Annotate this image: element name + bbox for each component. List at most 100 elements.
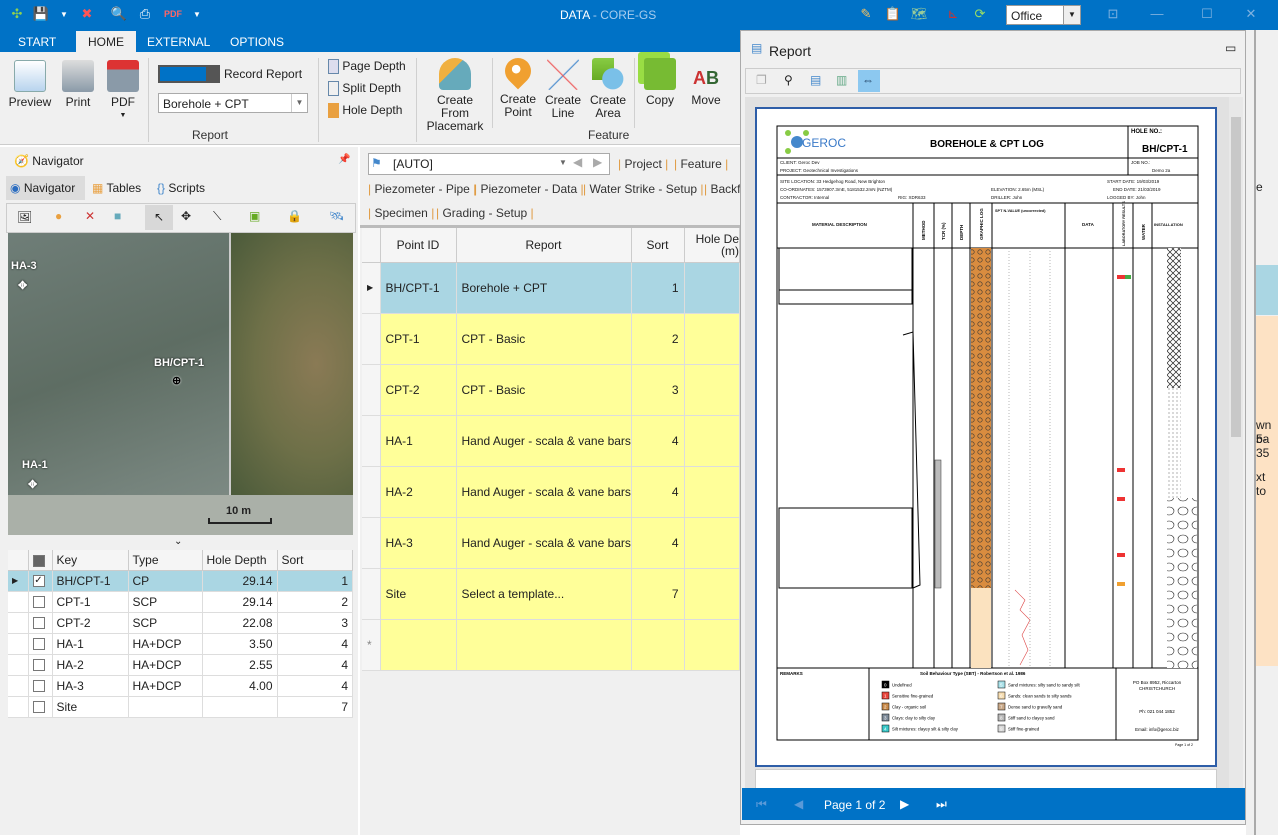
close-icon[interactable]: ✕: [1242, 6, 1260, 22]
table-row[interactable]: HA-2 HA+DCP 2.55 4: [8, 654, 353, 676]
selected-point-marker-icon[interactable]: ⊕: [172, 374, 181, 387]
report-template-select[interactable]: Borehole + CPT ▼: [158, 93, 308, 113]
tab-start[interactable]: START: [6, 31, 68, 52]
table-row[interactable]: HA-3 HA+DCP 4.00 4: [8, 675, 353, 697]
map-view[interactable]: HA-3 ✥ BH/CPT-1 ⊕ HA-1 ✥ 10 m: [8, 233, 353, 535]
print-icon[interactable]: ⎙: [136, 6, 154, 22]
cell-report[interactable]: Hand Auger - scala & vane bars: [456, 415, 632, 467]
cell-sort[interactable]: 4: [631, 415, 685, 467]
chevron-down-icon[interactable]: ▼: [291, 94, 307, 112]
import-image-icon[interactable]: 🖼: [17, 210, 32, 224]
cell-report[interactable]: CPT - Basic: [456, 364, 632, 416]
quick-access-dropdown-icon[interactable]: ▼: [188, 10, 206, 26]
cell-sort[interactable]: 2: [631, 313, 685, 365]
tab-external[interactable]: EXTERNAL: [135, 31, 222, 52]
tab-options[interactable]: OPTIONS: [218, 31, 296, 52]
print-button[interactable]: Print: [60, 60, 96, 109]
cell-point-id[interactable]: HA-2: [380, 466, 457, 518]
page-width-icon[interactable]: ▥: [836, 73, 847, 87]
tab-scripts[interactable]: {} Scripts: [157, 181, 205, 195]
cell-point-id[interactable]: HA-1: [380, 415, 457, 467]
cell-sort[interactable]: 4: [631, 466, 685, 518]
cell-point-id[interactable]: Site: [380, 568, 457, 620]
row-checkbox[interactable]: [28, 675, 53, 697]
chevron-down-icon[interactable]: ▼: [1063, 6, 1080, 24]
tab-home[interactable]: HOME: [76, 31, 136, 52]
cell-report[interactable]: CPT - Basic: [456, 313, 632, 365]
satellite-icon[interactable]: 🛰: [329, 209, 344, 223]
area-tool-icon[interactable]: ■: [114, 209, 121, 223]
link-piezometer-pipe[interactable]: | Piezometer - Pipe |: [368, 182, 476, 196]
cell-sort[interactable]: 7: [631, 568, 685, 620]
fit-width-icon[interactable]: ⇔: [858, 70, 880, 92]
cell-report[interactable]: Select a template...: [456, 568, 632, 620]
column-header-hole-depth[interactable]: Hole De (m): [684, 228, 740, 263]
column-header-hole-depth[interactable]: Hole Depth: [202, 550, 278, 571]
create-area-button[interactable]: Create Area: [588, 58, 628, 120]
hole-depth-button[interactable]: Hole Depth: [328, 103, 402, 119]
next-page-icon[interactable]: ▶: [900, 797, 909, 811]
save-icon[interactable]: 💾: [32, 6, 50, 22]
map-pin-icon[interactable]: ●: [55, 209, 62, 223]
previous-page-icon[interactable]: ◀: [794, 797, 803, 811]
table-row[interactable]: Site Select a template... 7: [362, 568, 740, 620]
theme-select[interactable]: Office ▼: [1006, 5, 1081, 25]
cell-hole-depth[interactable]: [684, 313, 740, 365]
select-cursor-icon[interactable]: ↖: [145, 205, 173, 230]
cell-sort[interactable]: 3: [631, 364, 685, 416]
cell-sort[interactable]: 1: [631, 262, 685, 314]
axis-icon[interactable]: ⊾: [944, 6, 962, 22]
column-header-key[interactable]: Key: [52, 550, 129, 571]
split-depth-button[interactable]: Split Depth: [328, 81, 401, 97]
create-point-button[interactable]: Create Point: [498, 52, 538, 119]
table-row[interactable]: ▶ BH/CPT-1 Borehole + CPT 1: [362, 262, 740, 314]
cell-point-id[interactable]: BH/CPT-1: [380, 262, 457, 314]
clipboard-icon[interactable]: 📋: [884, 6, 902, 22]
find-binoculars-icon[interactable]: ⚲: [784, 73, 793, 87]
cell-point-id[interactable]: [380, 619, 457, 671]
close-project-icon[interactable]: ✖: [78, 6, 96, 22]
link-feature[interactable]: | Feature |: [674, 157, 728, 171]
table-row[interactable]: Site 7: [8, 696, 353, 718]
record-report-toggle[interactable]: [158, 65, 220, 83]
cell-hole-depth[interactable]: [684, 262, 740, 314]
restore-ribbon-icon[interactable]: ⊡: [1104, 6, 1122, 22]
scrollbar-thumb[interactable]: [1231, 117, 1241, 437]
cell-point-id[interactable]: CPT-2: [380, 364, 457, 416]
tab-navigator[interactable]: ◉ Navigator: [6, 176, 85, 200]
table-row[interactable]: HA-1 Hand Auger - scala & vane bars 4: [362, 415, 740, 467]
cell-report[interactable]: [456, 619, 632, 671]
pan-icon[interactable]: ✥: [181, 209, 191, 223]
vertical-scrollbar[interactable]: [1229, 97, 1243, 789]
cell-sort[interactable]: [631, 619, 685, 671]
next-icon[interactable]: ▶: [593, 155, 602, 169]
cell-point-id[interactable]: HA-3: [380, 517, 457, 569]
link-specimen[interactable]: | Specimen |: [368, 206, 434, 220]
column-header-sort[interactable]: Sort: [277, 550, 353, 571]
cell-hole-depth[interactable]: [684, 568, 740, 620]
cell-sort[interactable]: 4: [631, 517, 685, 569]
cell-hole-depth[interactable]: [684, 466, 740, 518]
cell-report[interactable]: Hand Auger - scala & vane bars: [456, 466, 632, 518]
cell-report[interactable]: Hand Auger - scala & vane bars: [456, 517, 632, 569]
copy-page-icon[interactable]: ❐: [756, 73, 767, 87]
column-header-sort[interactable]: Sort: [631, 228, 685, 263]
minimize-icon[interactable]: —: [1148, 6, 1166, 22]
maximize-icon[interactable]: ▭: [1225, 41, 1236, 55]
new-row[interactable]: *: [362, 619, 740, 671]
point-marker-icon[interactable]: ✥: [18, 279, 27, 292]
table-row[interactable]: HA-3 Hand Auger - scala & vane bars 4: [362, 517, 740, 569]
copy-button[interactable]: Copy: [640, 58, 680, 107]
layer-icon[interactable]: ▣: [249, 209, 260, 223]
lock-view-icon[interactable]: 🔒: [287, 209, 302, 223]
first-page-icon[interactable]: ⏮: [756, 797, 767, 812]
link-project[interactable]: | Project |: [618, 157, 668, 171]
maximize-icon[interactable]: ☐: [1198, 6, 1216, 22]
create-line-button[interactable]: Create Line: [543, 58, 583, 120]
cell-hole-depth[interactable]: [684, 364, 740, 416]
pdf-icon[interactable]: PDF: [164, 9, 182, 25]
column-header-report[interactable]: Report: [456, 228, 632, 263]
chevron-down-icon[interactable]: ▼: [559, 158, 567, 167]
cell-hole-depth[interactable]: [684, 415, 740, 467]
pin-icon[interactable]: 📌: [338, 154, 350, 165]
